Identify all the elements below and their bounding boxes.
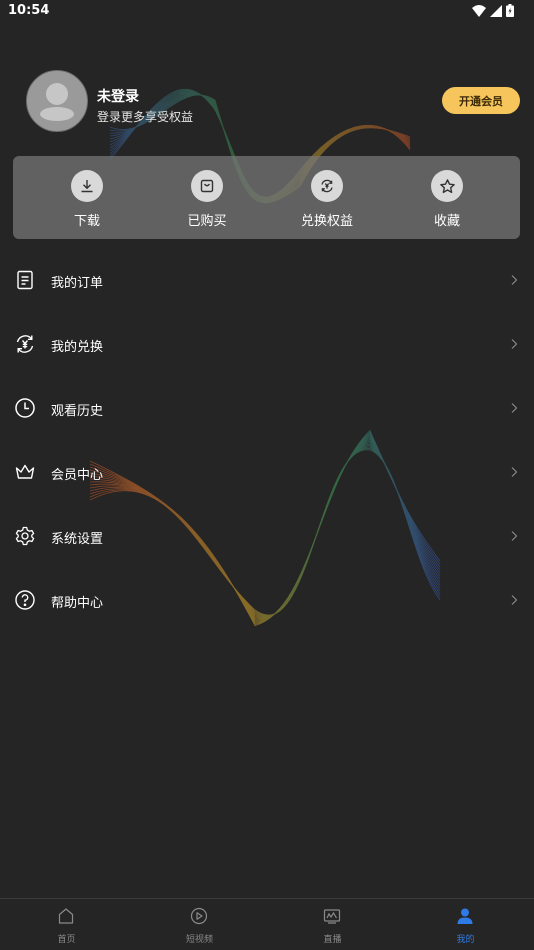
bag-icon [191, 170, 223, 202]
chevron-right-icon [511, 595, 518, 605]
status-time: 10:54 [8, 3, 50, 18]
tab-live[interactable]: 直播 [266, 899, 399, 950]
avatar-head-shape [46, 83, 68, 105]
bottom-tab-bar: 首页 短视频 直播 我的 [0, 898, 534, 950]
profile-header[interactable]: 未登录 登录更多享受权益 开通会员 [26, 70, 520, 132]
chevron-right-icon [511, 531, 518, 541]
status-bar: 10:54 [0, 0, 534, 24]
redeem-icon [16, 335, 34, 353]
chevron-right-icon [511, 275, 518, 285]
menu-item-watch-history[interactable]: 观看历史 [0, 376, 534, 440]
menu-item-label: 帮助中心 [51, 596, 104, 611]
menu-item-label: 观看历史 [51, 404, 104, 419]
quick-action-label: 已购买 [187, 214, 227, 229]
user-icon [457, 908, 473, 924]
tab-label: 短视频 [185, 935, 213, 945]
star-icon [431, 170, 463, 202]
tab-home[interactable]: 首页 [0, 899, 133, 950]
quick-action-favorites[interactable]: 收藏 [387, 156, 507, 239]
tab-short-video[interactable]: 短视频 [133, 899, 266, 950]
quick-action-download[interactable]: 下载 [27, 156, 147, 239]
tab-label: 直播 [323, 935, 342, 945]
quick-action-exchange[interactable]: 兑换权益 [267, 156, 387, 239]
menu-item-my-redeem[interactable]: 我的兑换 [0, 312, 534, 376]
signal-icon [490, 4, 502, 17]
order-icon [17, 270, 33, 290]
menu-item-vip-center[interactable]: 会员中心 [0, 440, 534, 504]
chevron-right-icon [511, 403, 518, 413]
help-icon [15, 590, 35, 610]
tab-mine[interactable]: 我的 [399, 899, 532, 950]
download-icon [71, 170, 103, 202]
avatar-body-shape [40, 107, 74, 121]
status-icons [472, 4, 514, 17]
login-status-title[interactable]: 未登录 [97, 86, 139, 106]
login-prompt-text: 登录更多享受权益 [97, 110, 194, 124]
quick-actions-panel: 下载 已购买 兑换权益 收藏 [13, 156, 520, 239]
clock-icon [15, 398, 35, 418]
home-icon [58, 908, 74, 924]
menu-item-label: 我的订单 [51, 276, 104, 291]
live-icon [323, 909, 341, 924]
quick-action-purchased[interactable]: 已购买 [147, 156, 267, 239]
quick-action-label: 收藏 [433, 214, 460, 229]
open-vip-button[interactable]: 开通会员 [442, 87, 520, 114]
menu-item-my-orders[interactable]: 我的订单 [0, 248, 534, 312]
menu-item-system-settings[interactable]: 系统设置 [0, 504, 534, 568]
quick-action-label: 下载 [73, 214, 100, 229]
tab-label: 我的 [456, 935, 475, 945]
menu-item-label: 会员中心 [51, 468, 104, 483]
tab-label: 首页 [57, 935, 76, 945]
quick-action-label: 兑换权益 [300, 214, 353, 229]
chevron-right-icon [511, 467, 518, 477]
play-icon [190, 907, 208, 925]
crown-icon [15, 464, 35, 479]
gear-icon [15, 526, 35, 546]
battery-icon [506, 4, 514, 17]
avatar[interactable] [26, 70, 88, 132]
menu-item-help-center[interactable]: 帮助中心 [0, 568, 534, 632]
menu-item-label: 系统设置 [51, 532, 104, 547]
wifi-icon [472, 4, 486, 17]
chevron-right-icon [511, 339, 518, 349]
exchange-icon [311, 170, 343, 202]
menu-item-label: 我的兑换 [51, 340, 104, 355]
